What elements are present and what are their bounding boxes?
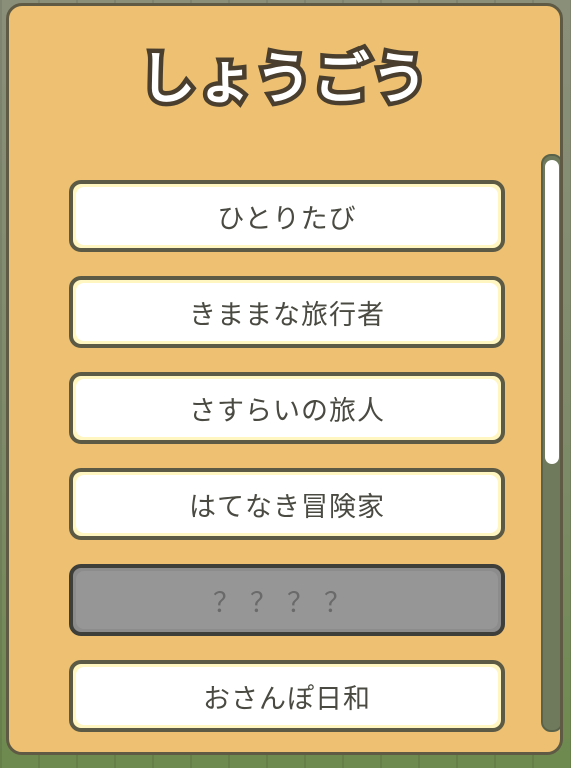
titles-list: ひとりたび きままな旅行者 さすらいの旅人 はてなき冒険家 ？？？？ おさんぽ日… [69, 180, 505, 752]
title-item-hitoritabi[interactable]: ひとりたび [69, 180, 505, 252]
title-item-label: ひとりたび [76, 187, 498, 245]
title-item-label: ？？？？ [76, 571, 498, 629]
title-item-sasurai-no-tabibito[interactable]: さすらいの旅人 [69, 372, 505, 444]
title-item-label: きままな旅行者 [76, 283, 498, 341]
title-item-locked[interactable]: ？？？？ [69, 564, 505, 636]
title-item-kimamana-ryokousha[interactable]: きままな旅行者 [69, 276, 505, 348]
titles-panel: しょうごう ひとりたび きままな旅行者 さすらいの旅人 はてなき冒険家 ？？？？… [6, 3, 563, 755]
scrollbar-track[interactable] [541, 154, 560, 732]
scrollbar-thumb[interactable] [545, 160, 559, 464]
title-item-osanpo-biyori[interactable]: おさんぽ日和 [69, 660, 505, 732]
title-item-hatenaki-boukenka[interactable]: はてなき冒険家 [69, 468, 505, 540]
title-item-label: さすらいの旅人 [76, 379, 498, 437]
title-item-label: はてなき冒険家 [76, 475, 498, 533]
title-item-label: おさんぽ日和 [76, 667, 498, 725]
panel-title: しょうごう [135, 43, 432, 117]
